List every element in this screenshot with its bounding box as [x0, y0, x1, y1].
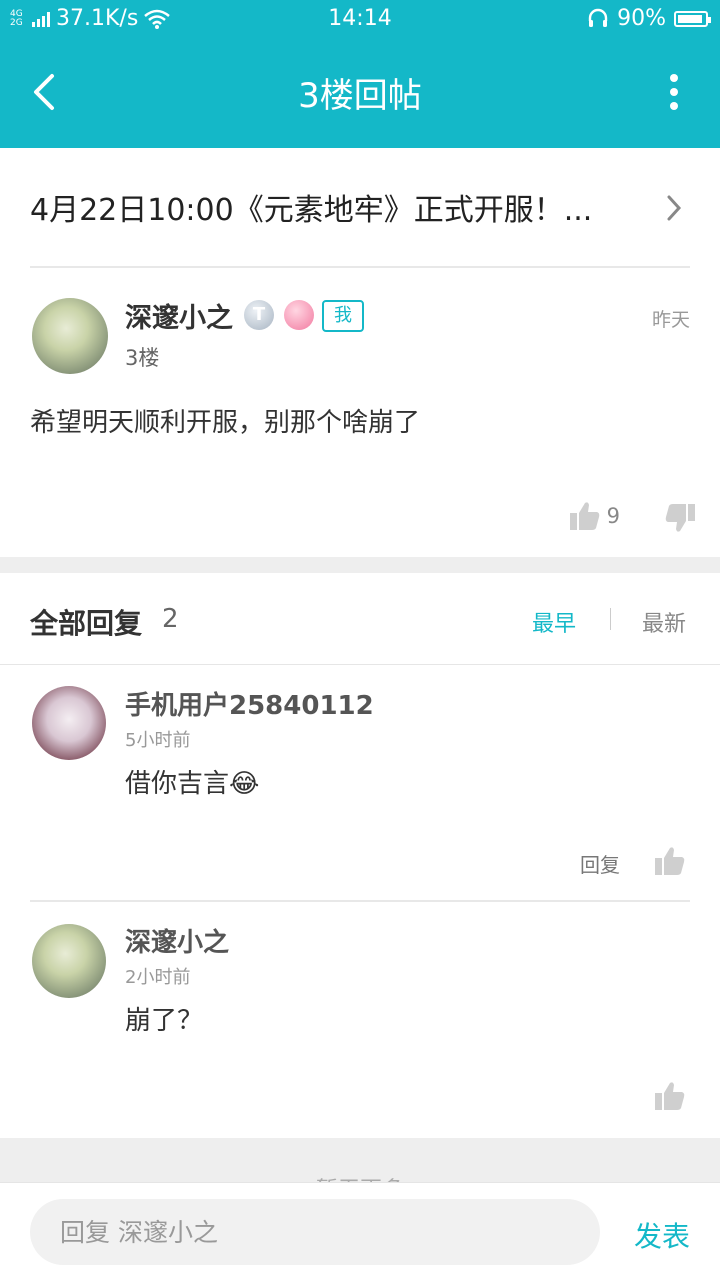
post-like-count: 9	[606, 504, 620, 528]
replies-title: 全部回复	[30, 607, 143, 640]
nav-bar: 3楼回帖	[0, 38, 720, 148]
fan-badge-icon	[284, 300, 314, 330]
reply-button[interactable]: 回复	[580, 849, 620, 878]
battery-icon	[674, 10, 711, 27]
avatar[interactable]	[32, 924, 106, 998]
divider	[30, 266, 690, 268]
section-separator	[0, 557, 720, 573]
chevron-right-icon[interactable]	[664, 193, 684, 223]
divider	[30, 900, 690, 902]
me-badge: 我	[322, 300, 364, 332]
avatar[interactable]	[32, 686, 106, 760]
reply-input[interactable]	[30, 1199, 600, 1265]
thumbs-down-icon[interactable]	[664, 502, 696, 534]
send-button[interactable]: 发表	[634, 1215, 690, 1255]
divider	[0, 664, 720, 665]
post-like-button[interactable]: 9	[569, 500, 620, 532]
sort-separator	[610, 608, 611, 630]
level-badge-icon: T	[244, 300, 274, 330]
headset-icon	[588, 8, 608, 27]
thumbs-up-icon	[569, 502, 599, 530]
thumbs-up-icon[interactable]	[654, 1080, 686, 1112]
status-right: 90%	[587, 6, 711, 31]
post-content: 希望明天顺利开服，别那个啥崩了	[30, 408, 421, 438]
post-author[interactable]: 深邃小之	[125, 296, 233, 335]
more-options-button[interactable]	[668, 72, 680, 112]
thumbs-up-icon[interactable]	[654, 845, 686, 877]
reply-author[interactable]: 手机用户25840112	[125, 685, 374, 722]
reply-content: 借你吉言😂	[125, 769, 260, 799]
reply-time: 5小时前	[125, 730, 191, 751]
post-time: 昨天	[651, 309, 690, 331]
status-bar: 4G 2G 37.1K/s 14:14 90%	[0, 0, 720, 38]
reply-time: 2小时前	[125, 967, 191, 988]
sort-newest-tab[interactable]: 最新	[642, 606, 686, 638]
replies-count: 2	[162, 604, 179, 634]
sort-earliest-tab[interactable]: 最早	[532, 606, 576, 638]
topic-title-link[interactable]: 4月22日10:00《元素地牢》正式开服！...	[30, 185, 690, 235]
reply-bar: 发表	[0, 1182, 720, 1281]
reply-author[interactable]: 深邃小之	[125, 922, 229, 959]
battery-percent: 90%	[617, 6, 666, 31]
header: 4G 2G 37.1K/s 14:14 90% 3楼回帖	[0, 0, 720, 148]
reply-content: 崩了？	[125, 1006, 204, 1036]
post-floor: 3楼	[125, 346, 160, 370]
page-title: 3楼回帖	[298, 76, 422, 116]
avatar[interactable]	[32, 298, 108, 374]
